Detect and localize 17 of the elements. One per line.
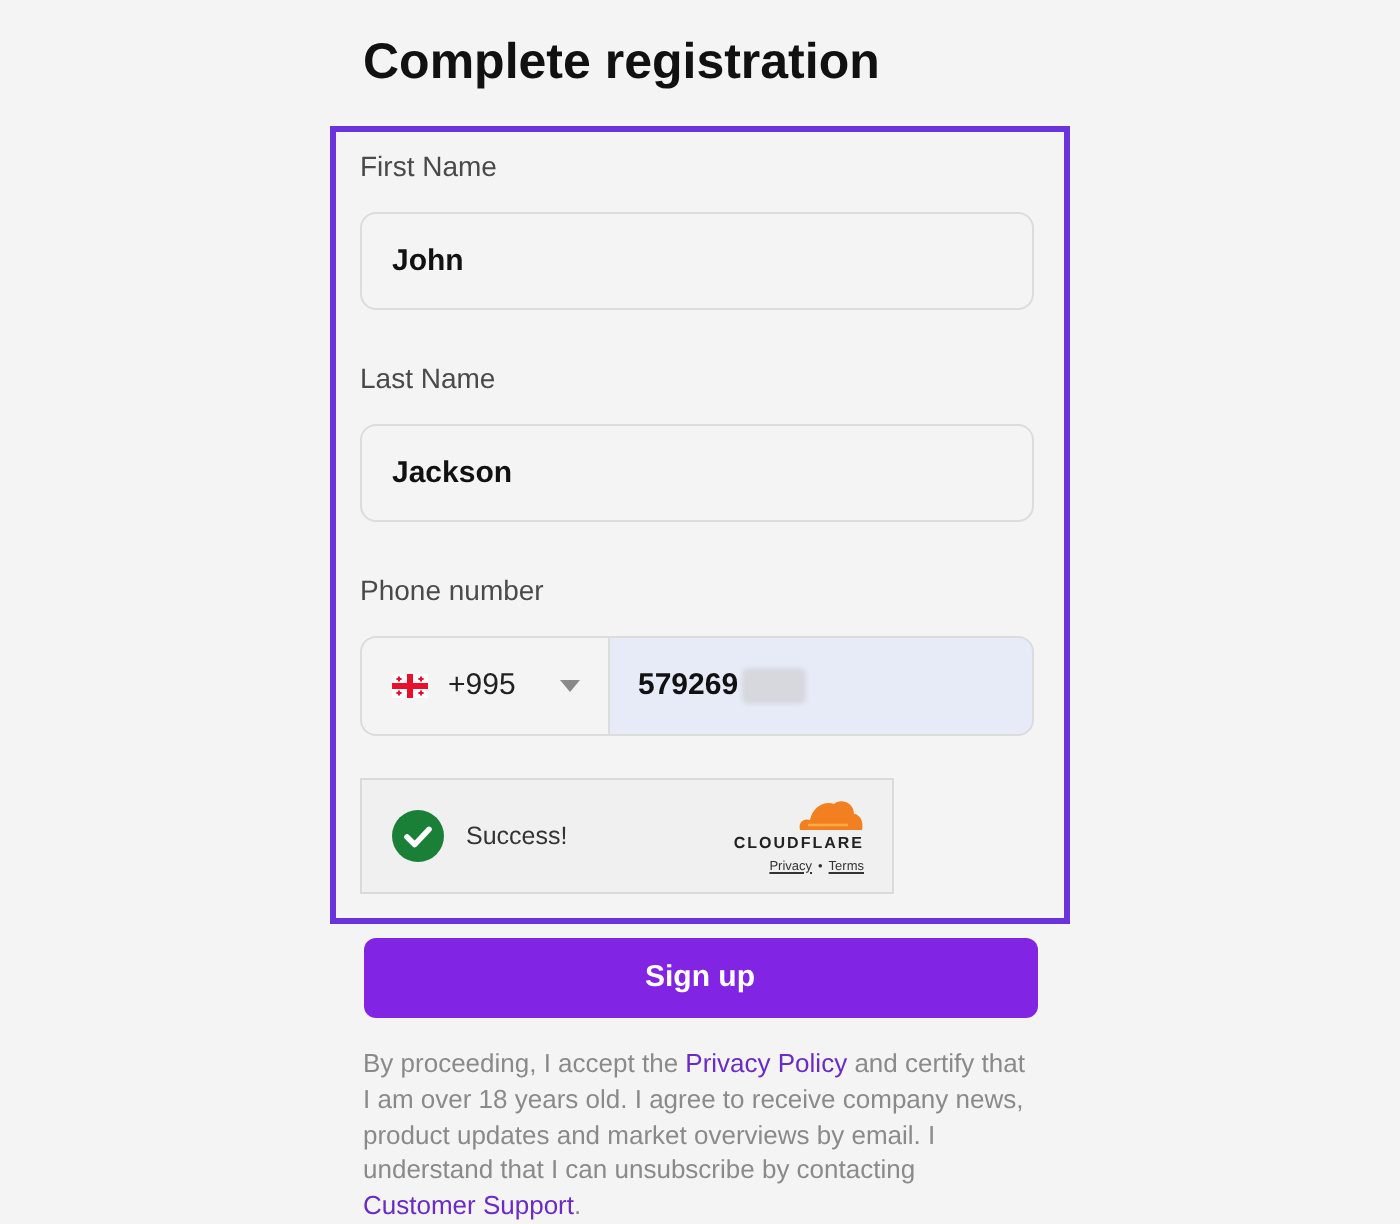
consent-text: By proceeding, I accept the Privacy Policy and certify that I am over 18 years old. I agree to receive company news, product updates and market overviews by email. I understand that I can unsubscribe by contacting Customer Support. bbox=[363, 1046, 1027, 1224]
text-field[interactable]: John bbox=[360, 212, 1034, 310]
text-link[interactable]: Customer Support bbox=[363, 1190, 574, 1221]
captcha-status: Success! bbox=[466, 819, 568, 854]
country-code-select[interactable]: +995 bbox=[360, 636, 608, 736]
text-field[interactable]: Jackson bbox=[360, 424, 1034, 522]
brand-wordmark: CLOUDFLARE bbox=[733, 833, 864, 851]
phone-number-field[interactable]: 579269 bbox=[608, 636, 1034, 736]
page-title: Complete registration bbox=[363, 32, 882, 92]
caret-icon bbox=[560, 680, 580, 692]
text-link[interactable]: Privacy Policy bbox=[685, 1048, 848, 1079]
field-label: First Name bbox=[360, 150, 497, 182]
field-label: Phone number bbox=[360, 574, 544, 606]
flag-icon bbox=[392, 674, 428, 698]
sign-up-button[interactable]: Sign up bbox=[363, 938, 1037, 1019]
field-label: Last Name bbox=[360, 362, 496, 394]
cloud-icon bbox=[796, 797, 864, 829]
